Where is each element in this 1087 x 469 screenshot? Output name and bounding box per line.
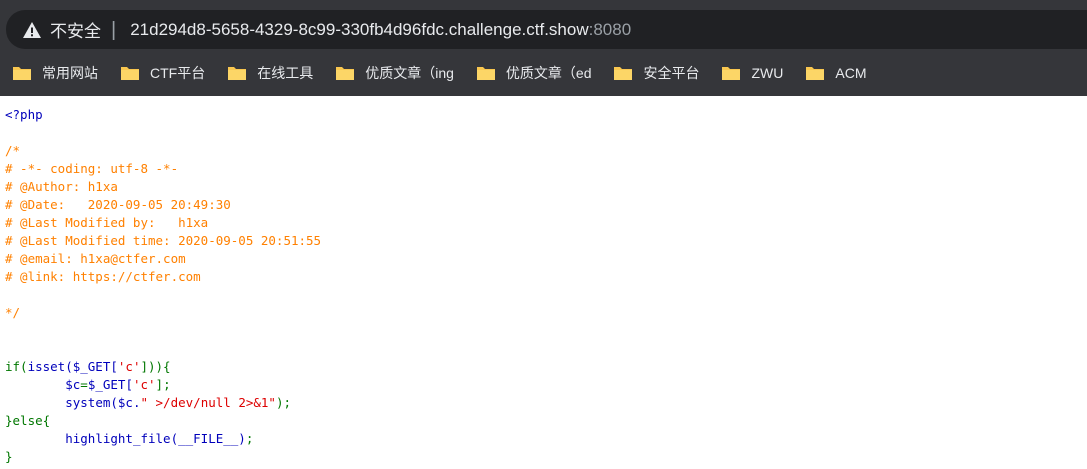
page-content: <?php /* # -*- coding: utf-8 -*- # @Auth… (0, 96, 1087, 469)
comment-line: # @link: https://ctfer.com (5, 269, 201, 284)
php-source-code: <?php /* # -*- coding: utf-8 -*- # @Auth… (0, 96, 1087, 466)
folder-icon (12, 65, 32, 81)
bookmark-folder-common-sites[interactable]: 常用网站 (12, 63, 98, 83)
bookmark-folder-acm[interactable]: ACM (805, 65, 867, 81)
comment-line: # @Date: 2020-09-05 20:49:30 (5, 197, 231, 212)
assign-get: $_GET[ (87, 377, 133, 392)
folder-icon (805, 65, 825, 81)
system-call: system($c. (65, 395, 141, 410)
bookmark-folder-security-platform[interactable]: 安全平台 (613, 63, 699, 83)
security-status[interactable]: 不安全 (50, 17, 101, 42)
url-port[interactable]: :8080 (589, 20, 632, 40)
address-separator: | (111, 18, 117, 41)
closing-brace: } (5, 449, 13, 464)
bookmarks-bar: 常用网站 CTF平台 在线工具 优质文章（ing 优质文章（ed 安全平台 ZW… (0, 56, 1087, 90)
folder-icon (120, 65, 140, 81)
folder-icon (227, 65, 247, 81)
comment-line: */ (5, 305, 21, 320)
address-bar[interactable]: 不安全 | 21d294d8-5658-4329-8c99-330fb4d96f… (6, 10, 1087, 49)
bookmark-label: ZWU (751, 65, 784, 81)
bookmark-label: CTF平台 (150, 65, 206, 81)
bookmark-label: 在线工具 (257, 65, 314, 81)
highlight-file-call: highlight_file(__FILE__) (65, 431, 246, 446)
bookmark-folder-articles-ing[interactable]: 优质文章（ing (335, 63, 454, 83)
if-close: ])){ (140, 359, 171, 374)
comment-line: # -*- coding: utf-8 -*- (5, 161, 179, 176)
php-open-tag: <?php (5, 107, 43, 122)
bookmark-folder-online-tools[interactable]: 在线工具 (227, 63, 313, 83)
get-key: 'c' (117, 359, 141, 374)
assign-operator: = (80, 377, 88, 392)
isset-call: isset($_GET[ (27, 359, 118, 374)
folder-icon (335, 65, 355, 81)
folder-icon (613, 65, 633, 81)
bookmark-folder-ctf-platform[interactable]: CTF平台 (120, 63, 205, 83)
bookmark-label: 安全平台 (643, 65, 700, 81)
bookmark-label: 常用网站 (42, 65, 98, 81)
bookmark-label: ACM (835, 65, 867, 81)
browser-chrome: 不安全 | 21d294d8-5658-4329-8c99-330fb4d96f… (0, 0, 1087, 96)
system-end: ); (275, 395, 292, 410)
assign-end: ]; (155, 377, 171, 392)
bookmark-folder-zwu[interactable]: ZWU (721, 65, 783, 81)
if-keyword: if( (5, 359, 28, 374)
else-keyword: }else{ (5, 413, 51, 428)
comment-line: # @Last Modified by: h1xa (5, 215, 209, 230)
folder-icon (721, 65, 741, 81)
comment-line: # @Last Modified time: 2020-09-05 20:51:… (5, 233, 322, 248)
bookmark-label: 优质文章（ing (365, 65, 454, 81)
system-string: " >/dev/null 2>&1" (140, 395, 276, 410)
bookmark-label: 优质文章（ed (505, 65, 592, 81)
get-key: 'c' (132, 377, 156, 392)
folder-icon (476, 65, 496, 81)
warning-icon[interactable] (22, 20, 42, 40)
highlight-end: ; (245, 431, 254, 446)
assign-var: $c (65, 377, 81, 392)
bookmark-folder-articles-ed[interactable]: 优质文章（ed (476, 63, 592, 83)
comment-line: /* (5, 143, 21, 158)
url-host[interactable]: 21d294d8-5658-4329-8c99-330fb4d96fdc.cha… (130, 20, 588, 40)
comment-line: # @email: h1xa@ctfer.com (5, 251, 186, 266)
comment-line: # @Author: h1xa (5, 179, 118, 194)
